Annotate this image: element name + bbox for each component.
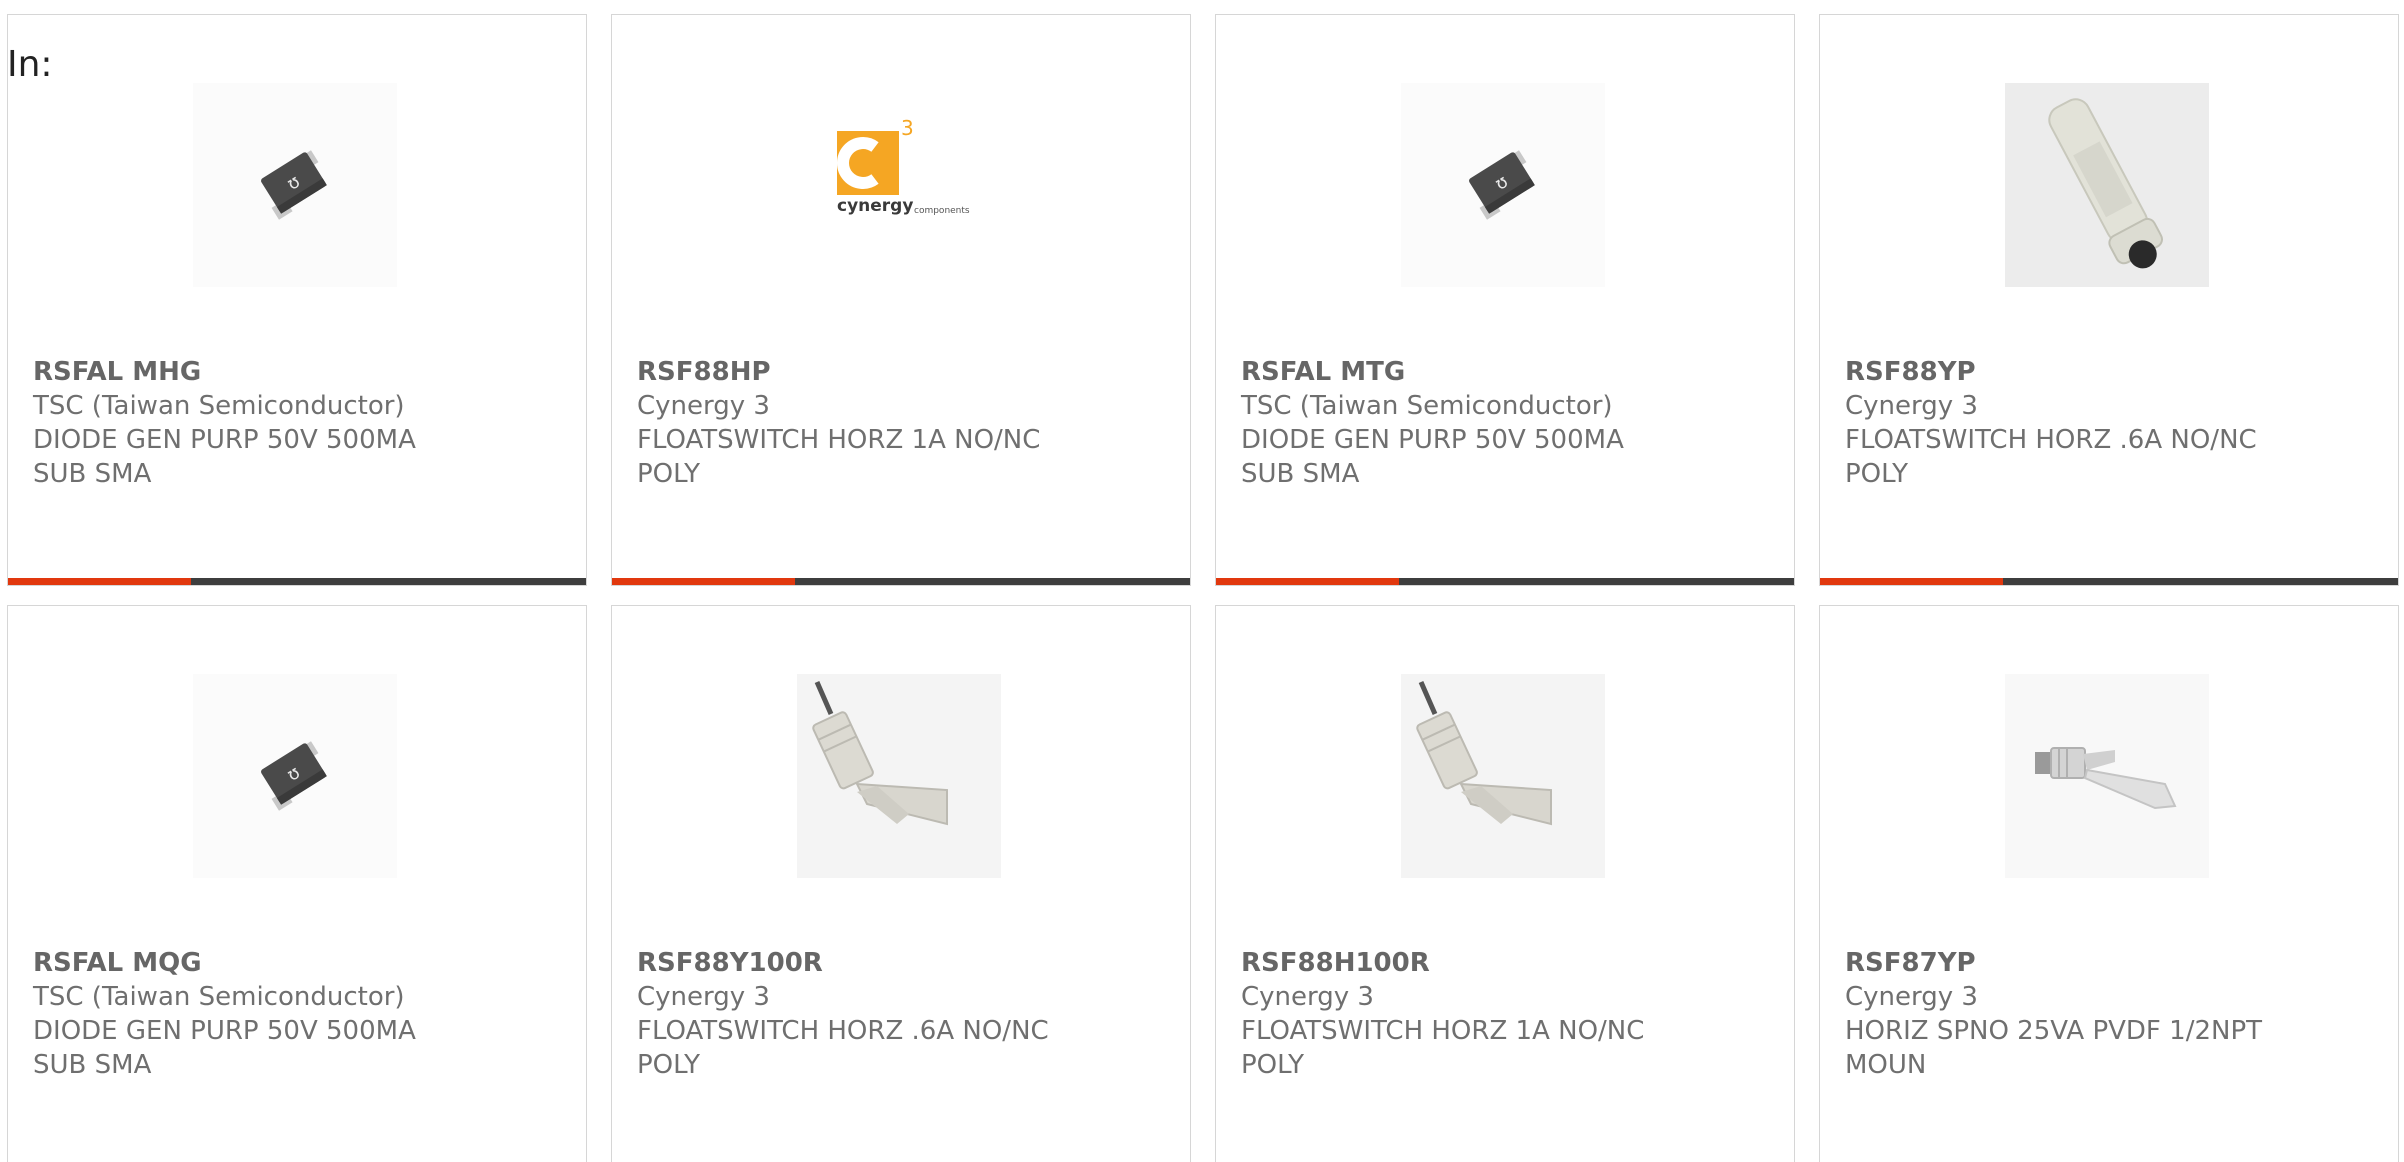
description-line2: SUB SMA: [33, 1050, 152, 1080]
accent-bar: [8, 578, 191, 585]
float-switch-small-icon: [2035, 747, 2177, 810]
product-card[interactable]: RSF88Y100R Cynergy 3 FLOATSWITCH HORZ .6…: [611, 605, 1191, 1162]
part-number-link[interactable]: RSF88H100R: [1241, 946, 1761, 980]
description-line2: SUB SMA: [1241, 459, 1360, 489]
manufacturer: TSC (Taiwan Semiconductor): [33, 982, 405, 1012]
product-card[interactable]: RSF87YP Cynergy 3 HORIZ SPNO 25VA PVDF 1…: [1819, 605, 2399, 1162]
cynergy3-logo: 3 cynergy components: [837, 116, 970, 216]
product-text: RSFAL MHG TSC (Taiwan Semiconductor) DIO…: [33, 355, 553, 491]
part-number-link[interactable]: RSF87YP: [1845, 946, 2365, 980]
description-line1: DIODE GEN PURP 50V 500MA: [33, 1016, 416, 1046]
description-line2: POLY: [637, 1050, 701, 1080]
float-switch-horizontal-icon: [812, 680, 948, 826]
product-card[interactable]: ʊ RSFAL MHG TSC (Taiwan Semiconductor) D…: [7, 14, 587, 586]
product-image[interactable]: [797, 674, 1001, 878]
product-card[interactable]: ʊ RSFAL MQG TSC (Taiwan Semiconductor) D…: [7, 605, 587, 1162]
product-text: RSF88YP Cynergy 3 FLOATSWITCH HORZ .6A N…: [1845, 355, 2365, 491]
part-number-link[interactable]: RSF88HP: [637, 355, 1157, 389]
float-switch-horizontal-icon: [1416, 680, 1552, 826]
part-number-link[interactable]: RSF88Y100R: [637, 946, 1157, 980]
product-image[interactable]: ʊ: [193, 674, 397, 878]
accent-bar: [1216, 578, 1399, 585]
description-line1: FLOATSWITCH HORZ 1A NO/NC: [637, 425, 1041, 455]
description-line1: HORIZ SPNO 25VA PVDF 1/2NPT: [1845, 1016, 2263, 1046]
float-switch-cylinder-icon: [2048, 98, 2163, 269]
card-bottom-bar: [1820, 578, 2398, 585]
in-label: In:: [7, 44, 53, 85]
description-line1: FLOATSWITCH HORZ 1A NO/NC: [1241, 1016, 1645, 1046]
accent-bar: [612, 578, 795, 585]
product-image[interactable]: [2005, 83, 2209, 287]
product-text: RSF88H100R Cynergy 3 FLOATSWITCH HORZ 1A…: [1241, 946, 1761, 1082]
manufacturer: Cynergy 3: [1241, 982, 1374, 1012]
description-line2: POLY: [1241, 1050, 1305, 1080]
product-grid: ʊ RSFAL MHG TSC (Taiwan Semiconductor) D…: [7, 14, 2399, 1162]
product-image[interactable]: ʊ: [193, 83, 397, 287]
manufacturer: Cynergy 3: [1845, 391, 1978, 421]
description-line2: POLY: [1845, 459, 1909, 489]
product-image[interactable]: 3 cynergy components: [797, 83, 1001, 287]
description-line2: POLY: [637, 459, 701, 489]
description-line1: DIODE GEN PURP 50V 500MA: [33, 425, 416, 455]
description-line1: DIODE GEN PURP 50V 500MA: [1241, 425, 1624, 455]
card-bottom-bar: [1216, 578, 1794, 585]
part-number-link[interactable]: RSFAL MHG: [33, 355, 553, 389]
manufacturer: Cynergy 3: [637, 391, 770, 421]
product-page: In: ʊ RSFAL MHG TSC (Taiwan Semiconducto…: [0, 0, 2404, 1162]
product-text: RSFAL MTG TSC (Taiwan Semiconductor) DIO…: [1241, 355, 1761, 491]
manufacturer: TSC (Taiwan Semiconductor): [1241, 391, 1613, 421]
description-line1: FLOATSWITCH HORZ .6A NO/NC: [637, 1016, 1049, 1046]
part-number-link[interactable]: RSFAL MQG: [33, 946, 553, 980]
description-line1: FLOATSWITCH HORZ .6A NO/NC: [1845, 425, 2257, 455]
product-card[interactable]: RSF88YP Cynergy 3 FLOATSWITCH HORZ .6A N…: [1819, 14, 2399, 586]
product-card[interactable]: 3 cynergy components RSF88HP Cynergy 3 F…: [611, 14, 1191, 586]
product-card[interactable]: RSF88H100R Cynergy 3 FLOATSWITCH HORZ 1A…: [1215, 605, 1795, 1162]
product-image[interactable]: [1401, 674, 1605, 878]
part-number-link[interactable]: RSF88YP: [1845, 355, 2365, 389]
part-number-link[interactable]: RSFAL MTG: [1241, 355, 1761, 389]
logo-text: cynergy: [837, 196, 913, 216]
card-bottom-bar: [8, 578, 586, 585]
diode-smd-icon: ʊ: [1469, 150, 1535, 220]
manufacturer: TSC (Taiwan Semiconductor): [33, 391, 405, 421]
logo-superscript: 3: [901, 116, 914, 140]
product-text: RSF87YP Cynergy 3 HORIZ SPNO 25VA PVDF 1…: [1845, 946, 2365, 1082]
product-text: RSF88Y100R Cynergy 3 FLOATSWITCH HORZ .6…: [637, 946, 1157, 1082]
accent-bar: [1820, 578, 2003, 585]
description-line2: SUB SMA: [33, 459, 152, 489]
logo-subtext: components: [914, 206, 970, 216]
description-line2: MOUN: [1845, 1050, 1927, 1080]
product-card[interactable]: ʊ RSFAL MTG TSC (Taiwan Semiconductor) D…: [1215, 14, 1795, 586]
card-bottom-bar: [612, 578, 1190, 585]
product-text: RSF88HP Cynergy 3 FLOATSWITCH HORZ 1A NO…: [637, 355, 1157, 491]
product-image[interactable]: ʊ: [1401, 83, 1605, 287]
product-text: RSFAL MQG TSC (Taiwan Semiconductor) DIO…: [33, 946, 553, 1082]
product-image[interactable]: [2005, 674, 2209, 878]
diode-smd-icon: ʊ: [261, 741, 327, 811]
manufacturer: Cynergy 3: [637, 982, 770, 1012]
diode-smd-icon: ʊ: [261, 150, 327, 220]
manufacturer: Cynergy 3: [1845, 982, 1978, 1012]
